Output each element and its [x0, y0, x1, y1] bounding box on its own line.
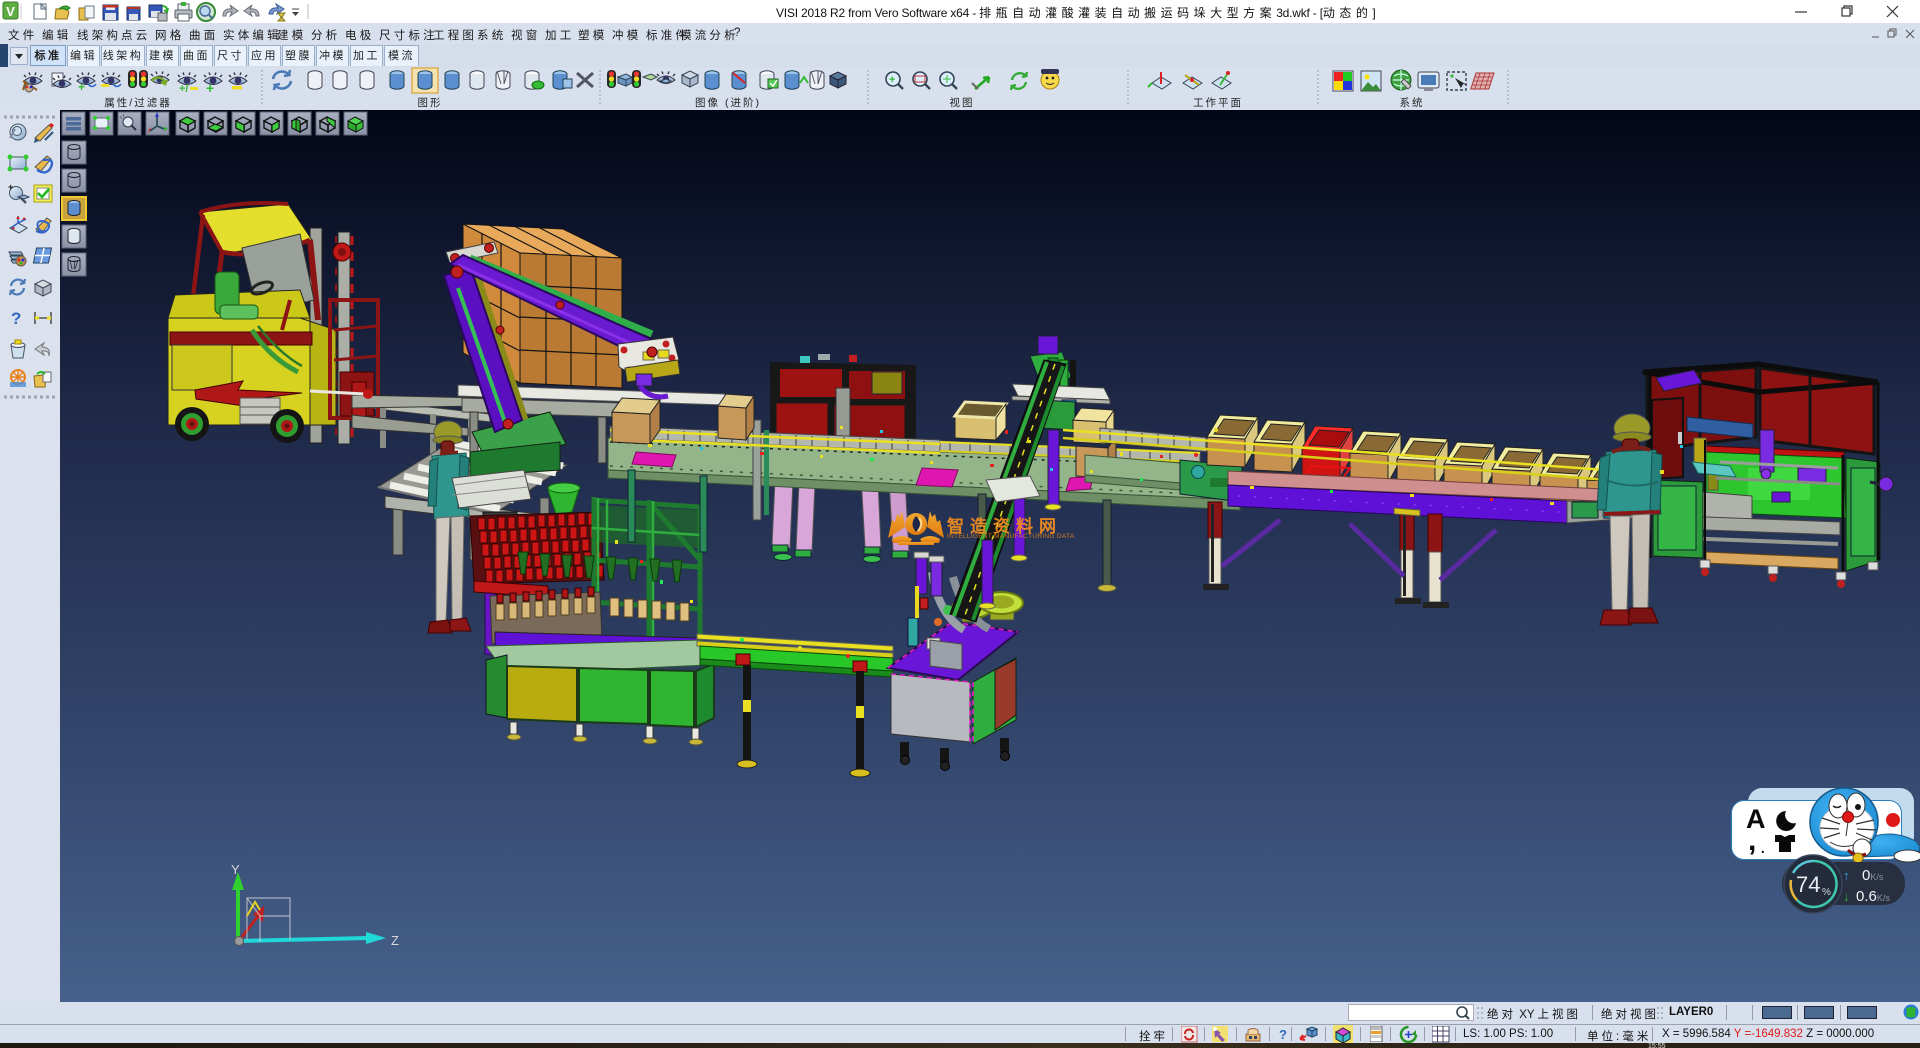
svg-text:Y: Y — [231, 862, 240, 877]
svg-text:+: + — [889, 74, 895, 86]
svg-text:+: + — [8, 182, 13, 192]
svg-text:+: + — [78, 80, 85, 94]
svg-text:V: V — [6, 4, 15, 19]
svg-text:+: + — [206, 80, 214, 96]
svg-text:?: ? — [11, 309, 21, 328]
svg-text:%: % — [1822, 887, 1831, 898]
svg-text:74: 74 — [1796, 872, 1820, 897]
svg-text:+/: +/ — [179, 83, 188, 95]
svg-text:Z: Z — [391, 933, 399, 948]
